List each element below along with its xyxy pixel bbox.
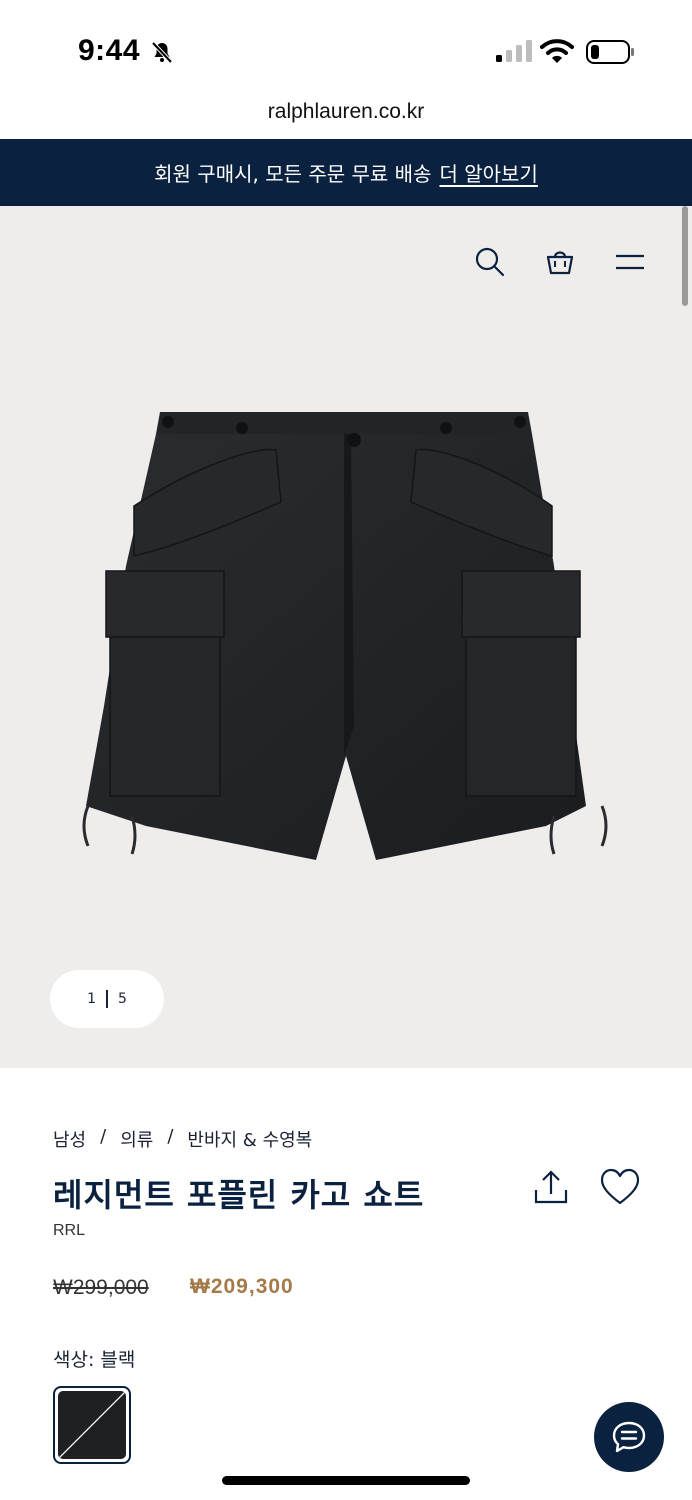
color-swatch-black[interactable] [53,1386,131,1464]
scrollbar[interactable] [682,206,688,306]
chat-icon [612,1421,646,1453]
gallery-pager: 1 5 [50,970,164,1028]
breadcrumb-item-men[interactable]: 남성 [53,1126,86,1152]
share-icon[interactable] [532,1168,570,1206]
battery-icon [586,40,634,64]
product-gallery[interactable]: 1 5 [0,206,692,1068]
wifi-icon [540,39,574,63]
menu-icon[interactable] [614,246,646,278]
status-time: 9:44 [78,34,141,67]
swatch-selected-slash [58,1391,126,1459]
chat-button[interactable] [594,1402,664,1472]
pager-total: 5 [118,991,127,1007]
promo-learn-more-link[interactable]: 더 알아보기 [440,158,538,187]
heart-icon[interactable] [600,1168,640,1206]
url-bar[interactable]: ralphlauren.co.kr [0,100,692,138]
price-original: ₩299,000 [53,1276,149,1299]
bell-off-icon [151,41,173,64]
pager-divider [106,990,108,1008]
search-icon[interactable] [474,246,506,278]
cellular-signal-icon [496,40,532,62]
pager-current: 1 [87,991,96,1007]
breadcrumb-item-shorts[interactable]: 반바지 & 수영복 [187,1126,312,1152]
product-title: 레지먼트 포플린 카고 쇼트 [53,1176,425,1214]
header-actions [474,246,646,278]
swatch-fill [58,1391,126,1459]
breadcrumb-item-clothing[interactable]: 의류 [120,1126,153,1152]
status-bar: 9:44 [0,0,692,100]
breadcrumb-separator: / [100,1126,107,1147]
promo-banner: 회원 구매시, 모든 주문 무료 배송 더 알아보기 [0,139,692,206]
bag-icon[interactable] [544,246,576,278]
promo-text: 회원 구매시, 모든 주문 무료 배송 [154,162,432,186]
breadcrumb-separator: / [167,1126,174,1147]
price-sale: ₩209,300 [190,1275,294,1298]
breadcrumb: 남성 / 의류 / 반바지 & 수영복 [53,1126,312,1152]
product-image[interactable] [76,406,616,866]
home-indicator[interactable] [222,1476,470,1485]
color-label: 색상: 블랙 [53,1349,136,1371]
product-brand: RRL [53,1222,86,1239]
